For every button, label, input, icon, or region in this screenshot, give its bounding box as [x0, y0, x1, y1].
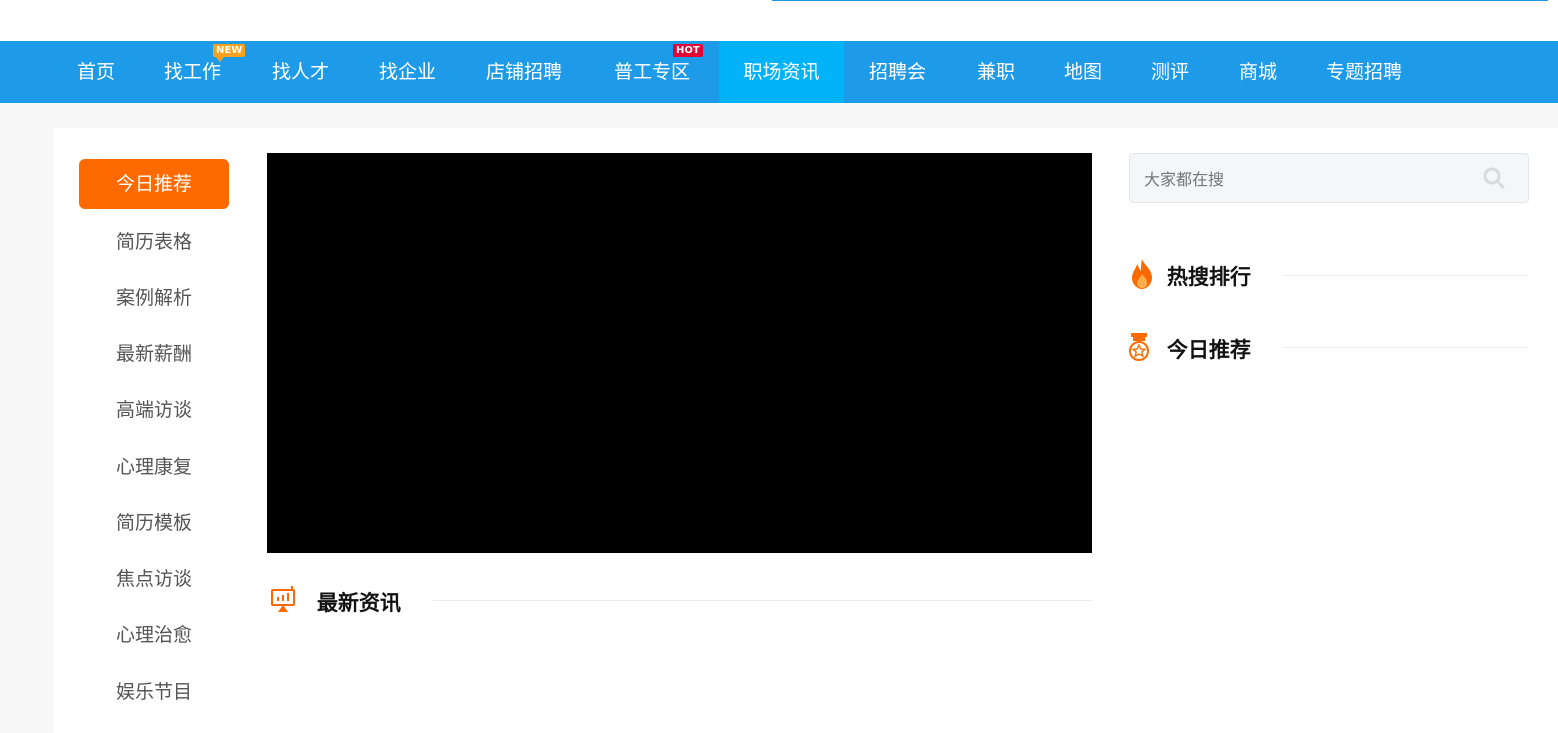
nav-item-special-recruit[interactable]: 专题招聘 [1326, 41, 1402, 103]
top-header [0, 0, 1558, 41]
sidebar-item-resume-form[interactable]: 简历表格 [79, 217, 229, 267]
nav-item-find-company[interactable]: 找企业 [379, 41, 436, 103]
nav-item-job-fair[interactable]: 招聘会 [869, 41, 926, 103]
nav-item-career-news[interactable]: 职场资讯 [719, 41, 844, 103]
new-badge: NEW [213, 44, 246, 62]
chart-presentation-icon [271, 586, 295, 612]
nav-item-store-recruit[interactable]: 店铺招聘 [486, 41, 562, 103]
search-box [1129, 153, 1529, 204]
sidebar-item-psych-heal[interactable]: 心理治愈 [79, 610, 229, 660]
video-player[interactable] [267, 153, 1092, 553]
nav-item-part-time[interactable]: 兼职 [977, 41, 1015, 103]
nav-item-mall[interactable]: 商城 [1239, 41, 1277, 103]
sidebar-item-case-study[interactable]: 案例解析 [79, 273, 229, 323]
sidebar-item-salary[interactable]: 最新薪酬 [79, 329, 229, 379]
nav-item-home[interactable]: 首页 [77, 41, 115, 103]
medal-icon [1129, 333, 1149, 361]
sidebar-item-interview[interactable]: 高端访谈 [79, 385, 229, 435]
today-recommend-divider [1283, 347, 1528, 348]
sidebar-item-entertainment[interactable]: 娱乐节目 [79, 667, 229, 717]
sidebar-item-focus-interview[interactable]: 焦点访谈 [79, 554, 229, 604]
today-recommend-title: 今日推荐 [1167, 338, 1251, 362]
hot-badge: HOT [673, 44, 703, 57]
nav-item-find-talent[interactable]: 找人才 [272, 41, 329, 103]
flame-icon [1132, 259, 1152, 289]
search-input[interactable] [1142, 154, 1466, 204]
nav-item-map[interactable]: 地图 [1064, 41, 1102, 103]
header-accent-line [772, 0, 1548, 1]
search-icon[interactable] [1482, 166, 1506, 190]
hot-search-title: 热搜排行 [1167, 265, 1251, 289]
hot-search-divider [1283, 275, 1528, 276]
latest-news-divider [433, 600, 1092, 601]
latest-news-title: 最新资讯 [317, 591, 401, 615]
sidebar-item-today[interactable]: 今日推荐 [79, 159, 229, 209]
nav-item-assessment[interactable]: 测评 [1151, 41, 1189, 103]
sidebar-item-psych-rehab[interactable]: 心理康复 [79, 442, 229, 492]
sidebar-item-resume-template[interactable]: 简历模板 [79, 498, 229, 548]
